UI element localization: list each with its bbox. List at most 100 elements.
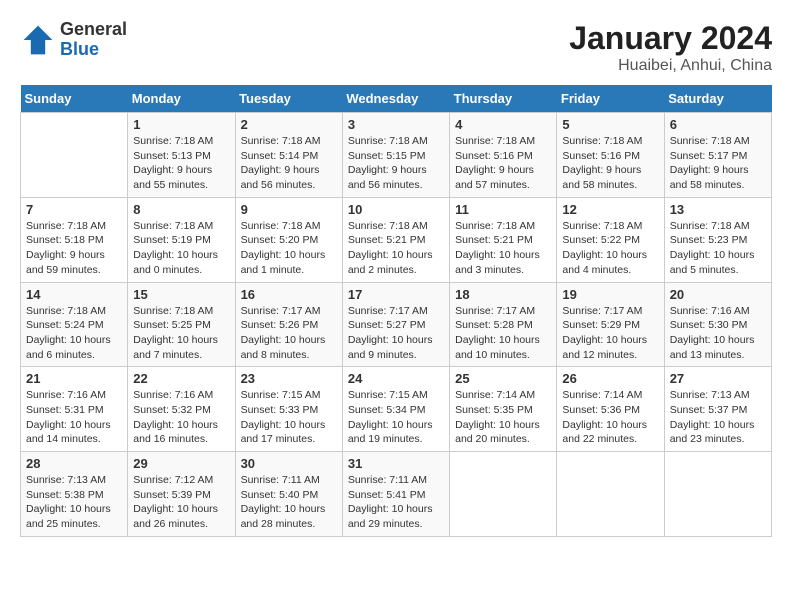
- sunset: Sunset: 5:39 PM: [133, 489, 211, 501]
- page-header: General Blue January 2024 Huaibei, Anhui…: [20, 20, 772, 75]
- calendar-cell: 21 Sunrise: 7:16 AM Sunset: 5:31 PM Dayl…: [21, 367, 128, 452]
- sunset: Sunset: 5:34 PM: [348, 404, 426, 416]
- day-number: 26: [562, 371, 658, 386]
- sunrise: Sunrise: 7:18 AM: [455, 135, 535, 147]
- sunset: Sunset: 5:24 PM: [26, 319, 104, 331]
- calendar-cell: 4 Sunrise: 7:18 AM Sunset: 5:16 PM Dayli…: [450, 113, 557, 198]
- sunset: Sunset: 5:38 PM: [26, 489, 104, 501]
- calendar-cell: 27 Sunrise: 7:13 AM Sunset: 5:37 PM Dayl…: [664, 367, 771, 452]
- sunrise: Sunrise: 7:17 AM: [348, 305, 428, 317]
- daylight: Daylight: 10 hours and 22 minutes.: [562, 419, 647, 446]
- sunset: Sunset: 5:31 PM: [26, 404, 104, 416]
- calendar-cell: [557, 452, 664, 537]
- day-info: Sunrise: 7:18 AM Sunset: 5:17 PM Dayligh…: [670, 134, 766, 193]
- page-title: January 2024: [569, 20, 772, 57]
- sunset: Sunset: 5:23 PM: [670, 234, 748, 246]
- day-number: 15: [133, 287, 229, 302]
- sunset: Sunset: 5:17 PM: [670, 150, 748, 162]
- calendar-cell: 29 Sunrise: 7:12 AM Sunset: 5:39 PM Dayl…: [128, 452, 235, 537]
- day-number: 13: [670, 202, 766, 217]
- daylight: Daylight: 10 hours and 25 minutes.: [26, 503, 111, 530]
- calendar-cell: 22 Sunrise: 7:16 AM Sunset: 5:32 PM Dayl…: [128, 367, 235, 452]
- calendar-cell: 24 Sunrise: 7:15 AM Sunset: 5:34 PM Dayl…: [342, 367, 449, 452]
- day-number: 20: [670, 287, 766, 302]
- calendar-cell: 30 Sunrise: 7:11 AM Sunset: 5:40 PM Dayl…: [235, 452, 342, 537]
- week-row-1: 1 Sunrise: 7:18 AM Sunset: 5:13 PM Dayli…: [21, 113, 772, 198]
- day-number: 24: [348, 371, 444, 386]
- day-number: 8: [133, 202, 229, 217]
- sunrise: Sunrise: 7:18 AM: [348, 135, 428, 147]
- calendar-cell: 26 Sunrise: 7:14 AM Sunset: 5:36 PM Dayl…: [557, 367, 664, 452]
- daylight: Daylight: 10 hours and 20 minutes.: [455, 419, 540, 446]
- daylight: Daylight: 10 hours and 12 minutes.: [562, 334, 647, 361]
- sunset: Sunset: 5:15 PM: [348, 150, 426, 162]
- daylight: Daylight: 9 hours and 58 minutes.: [670, 164, 749, 191]
- day-info: Sunrise: 7:18 AM Sunset: 5:24 PM Dayligh…: [26, 304, 122, 363]
- sunset: Sunset: 5:41 PM: [348, 489, 426, 501]
- sunrise: Sunrise: 7:18 AM: [26, 220, 106, 232]
- daylight: Daylight: 9 hours and 58 minutes.: [562, 164, 641, 191]
- daylight: Daylight: 10 hours and 6 minutes.: [26, 334, 111, 361]
- day-info: Sunrise: 7:18 AM Sunset: 5:16 PM Dayligh…: [455, 134, 551, 193]
- sunset: Sunset: 5:18 PM: [26, 234, 104, 246]
- sunrise: Sunrise: 7:17 AM: [241, 305, 321, 317]
- calendar-cell: 3 Sunrise: 7:18 AM Sunset: 5:15 PM Dayli…: [342, 113, 449, 198]
- daylight: Daylight: 10 hours and 1 minute.: [241, 249, 326, 276]
- day-number: 23: [241, 371, 337, 386]
- title-block: January 2024 Huaibei, Anhui, China: [569, 20, 772, 75]
- calendar-cell: [450, 452, 557, 537]
- sunrise: Sunrise: 7:16 AM: [133, 389, 213, 401]
- week-row-2: 7 Sunrise: 7:18 AM Sunset: 5:18 PM Dayli…: [21, 197, 772, 282]
- day-info: Sunrise: 7:18 AM Sunset: 5:25 PM Dayligh…: [133, 304, 229, 363]
- page-subtitle: Huaibei, Anhui, China: [569, 57, 772, 75]
- day-number: 7: [26, 202, 122, 217]
- logo: General Blue: [20, 20, 127, 60]
- day-info: Sunrise: 7:14 AM Sunset: 5:36 PM Dayligh…: [562, 388, 658, 447]
- daylight: Daylight: 10 hours and 10 minutes.: [455, 334, 540, 361]
- day-number: 2: [241, 117, 337, 132]
- day-info: Sunrise: 7:18 AM Sunset: 5:19 PM Dayligh…: [133, 219, 229, 278]
- calendar-cell: [664, 452, 771, 537]
- sunrise: Sunrise: 7:18 AM: [133, 305, 213, 317]
- day-number: 11: [455, 202, 551, 217]
- sunset: Sunset: 5:28 PM: [455, 319, 533, 331]
- day-info: Sunrise: 7:15 AM Sunset: 5:34 PM Dayligh…: [348, 388, 444, 447]
- daylight: Daylight: 10 hours and 9 minutes.: [348, 334, 433, 361]
- calendar-cell: 13 Sunrise: 7:18 AM Sunset: 5:23 PM Dayl…: [664, 197, 771, 282]
- daylight: Daylight: 10 hours and 17 minutes.: [241, 419, 326, 446]
- day-number: 16: [241, 287, 337, 302]
- sunrise: Sunrise: 7:18 AM: [562, 135, 642, 147]
- day-info: Sunrise: 7:13 AM Sunset: 5:37 PM Dayligh…: [670, 388, 766, 447]
- day-info: Sunrise: 7:18 AM Sunset: 5:21 PM Dayligh…: [348, 219, 444, 278]
- day-number: 18: [455, 287, 551, 302]
- daylight: Daylight: 10 hours and 23 minutes.: [670, 419, 755, 446]
- calendar-cell: [21, 113, 128, 198]
- day-number: 28: [26, 456, 122, 471]
- sunset: Sunset: 5:21 PM: [455, 234, 533, 246]
- day-info: Sunrise: 7:15 AM Sunset: 5:33 PM Dayligh…: [241, 388, 337, 447]
- calendar-cell: 18 Sunrise: 7:17 AM Sunset: 5:28 PM Dayl…: [450, 282, 557, 367]
- weekday-friday: Friday: [557, 85, 664, 113]
- sunset: Sunset: 5:21 PM: [348, 234, 426, 246]
- calendar-cell: 6 Sunrise: 7:18 AM Sunset: 5:17 PM Dayli…: [664, 113, 771, 198]
- calendar-body: 1 Sunrise: 7:18 AM Sunset: 5:13 PM Dayli…: [21, 113, 772, 537]
- sunrise: Sunrise: 7:13 AM: [26, 474, 106, 486]
- day-info: Sunrise: 7:17 AM Sunset: 5:29 PM Dayligh…: [562, 304, 658, 363]
- day-info: Sunrise: 7:18 AM Sunset: 5:13 PM Dayligh…: [133, 134, 229, 193]
- day-number: 9: [241, 202, 337, 217]
- calendar-table: SundayMondayTuesdayWednesdayThursdayFrid…: [20, 85, 772, 537]
- day-info: Sunrise: 7:18 AM Sunset: 5:16 PM Dayligh…: [562, 134, 658, 193]
- week-row-3: 14 Sunrise: 7:18 AM Sunset: 5:24 PM Dayl…: [21, 282, 772, 367]
- logo-blue: Blue: [60, 39, 99, 59]
- sunrise: Sunrise: 7:15 AM: [348, 389, 428, 401]
- day-number: 14: [26, 287, 122, 302]
- sunset: Sunset: 5:26 PM: [241, 319, 319, 331]
- weekday-thursday: Thursday: [450, 85, 557, 113]
- day-info: Sunrise: 7:18 AM Sunset: 5:18 PM Dayligh…: [26, 219, 122, 278]
- sunset: Sunset: 5:13 PM: [133, 150, 211, 162]
- daylight: Daylight: 10 hours and 28 minutes.: [241, 503, 326, 530]
- day-info: Sunrise: 7:16 AM Sunset: 5:30 PM Dayligh…: [670, 304, 766, 363]
- sunrise: Sunrise: 7:15 AM: [241, 389, 321, 401]
- day-number: 25: [455, 371, 551, 386]
- sunset: Sunset: 5:16 PM: [562, 150, 640, 162]
